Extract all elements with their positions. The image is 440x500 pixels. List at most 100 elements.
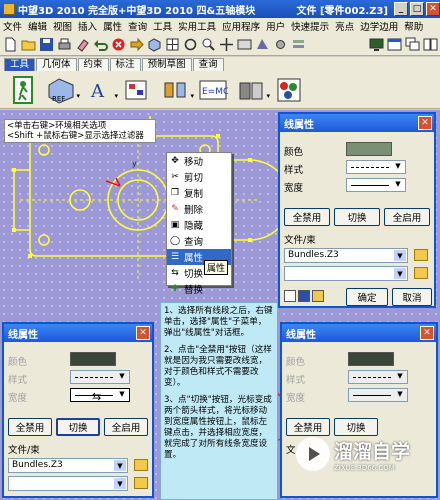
- menu-quick-tips[interactable]: 快速提示: [288, 19, 332, 33]
- context-item-replace[interactable]: ✚ 替换: [167, 281, 231, 297]
- menu-learn[interactable]: 边学边用: [357, 19, 401, 33]
- open-folder-icon[interactable]: [312, 290, 324, 302]
- move-icon: ✥: [171, 156, 179, 166]
- menu-view[interactable]: 视图: [50, 19, 75, 33]
- eye-icon[interactable]: [284, 290, 296, 302]
- menu-applications[interactable]: 应用程序: [219, 19, 263, 33]
- menu-query[interactable]: 查询: [125, 19, 150, 33]
- color-icon[interactable]: [272, 74, 306, 106]
- close-button[interactable]: ✕: [426, 2, 440, 16]
- grid-icon[interactable]: [164, 36, 181, 53]
- tab-query[interactable]: 查询: [192, 58, 224, 71]
- open-folder-icon[interactable]: [20, 36, 37, 53]
- note-step-3: 3、点"切换"按钮，光标变成两个箭头样式，将光标移动到宽度属性按钮上，鼠标左键点…: [164, 395, 272, 460]
- menu-file[interactable]: 文件: [0, 19, 25, 33]
- folder-icon[interactable]: [134, 459, 148, 471]
- tab-predefined-sketch[interactable]: 预制草图: [141, 58, 192, 71]
- print-icon[interactable]: [56, 36, 73, 53]
- pan-icon[interactable]: [218, 36, 235, 53]
- view-icon[interactable]: [236, 36, 253, 53]
- monitor-icon[interactable]: [368, 36, 385, 53]
- new-file-icon[interactable]: [2, 36, 19, 53]
- bundle-entry-select[interactable]: ▼: [284, 266, 408, 281]
- insert-icon[interactable]: ▾: [234, 74, 270, 106]
- pattern-icon[interactable]: [120, 74, 154, 106]
- context-item-hide[interactable]: ▣ 隐藏: [167, 217, 231, 233]
- folder-icon[interactable]: [414, 249, 428, 261]
- color-swatch[interactable]: [348, 352, 394, 366]
- settings-icon[interactable]: [272, 36, 289, 53]
- context-item-move[interactable]: ✥ 移动: [167, 153, 231, 169]
- stop-icon[interactable]: [110, 36, 127, 53]
- width-label: 宽度: [8, 393, 28, 404]
- tab-geometry[interactable]: 几何体: [36, 58, 77, 71]
- menu-insert[interactable]: 插入: [75, 19, 100, 33]
- arrow-right-icon[interactable]: [128, 36, 145, 53]
- context-item-delete[interactable]: ✎ 删除: [167, 201, 231, 217]
- file-bundle-select[interactable]: Bundles.Z3 ▼: [284, 248, 408, 263]
- context-item-cut[interactable]: ✂ 剪切: [167, 169, 231, 185]
- dialog-close-button[interactable]: ✕: [418, 116, 432, 130]
- maximize-button[interactable]: □: [410, 2, 424, 16]
- color-swatch[interactable]: [346, 142, 392, 156]
- shade-icon[interactable]: [254, 36, 271, 53]
- save-icon[interactable]: [298, 290, 310, 302]
- tab-constraint[interactable]: 约束: [77, 58, 109, 71]
- enable-all-button[interactable]: 全启用: [384, 208, 430, 226]
- tab-dimension[interactable]: 标注: [109, 58, 141, 71]
- toggle-button[interactable]: 切换: [56, 418, 100, 436]
- tile-icon[interactable]: [422, 36, 439, 53]
- zoom-icon[interactable]: [200, 36, 217, 53]
- toggle-button[interactable]: 切换: [334, 208, 380, 226]
- dialog-title: 线属性: [284, 119, 314, 131]
- style-select[interactable]: ▼: [346, 160, 406, 174]
- color-label: 颜色: [286, 357, 306, 368]
- window-icon[interactable]: [386, 36, 403, 53]
- ctx-label: 属性: [184, 253, 204, 264]
- bundle-entry-select[interactable]: ▼: [8, 476, 128, 491]
- cancel-button[interactable]: 取消: [392, 288, 432, 306]
- style-select[interactable]: ▼: [348, 370, 408, 384]
- right-click-hint: <单击右键>环境相关选项 <Shift +鼠标右键>显示选择过滤器: [4, 119, 156, 143]
- save-icon[interactable]: [38, 36, 55, 53]
- width-label: 宽度: [286, 393, 306, 404]
- minimize-button[interactable]: _: [394, 2, 408, 16]
- disable-all-button[interactable]: 全禁用: [284, 208, 330, 226]
- context-item-copy[interactable]: ❐ 复制: [167, 185, 231, 201]
- rotate-icon[interactable]: [182, 36, 199, 53]
- reference-icon[interactable]: REF ▾: [44, 74, 80, 106]
- width-select[interactable]: ▼: [346, 178, 406, 192]
- disable-all-button[interactable]: 全禁用: [8, 418, 52, 436]
- file-bundle-select[interactable]: Bundles.Z3 ▼: [8, 458, 128, 473]
- dialog-titlebar: 线属性 ✕: [282, 324, 436, 342]
- cascade-icon[interactable]: [404, 36, 421, 53]
- menu-highlights[interactable]: 亮点: [332, 19, 357, 33]
- ok-button[interactable]: 确定: [346, 288, 388, 306]
- eraser-icon[interactable]: [74, 36, 91, 53]
- dialog-close-button[interactable]: ✕: [420, 326, 434, 340]
- mirror-icon[interactable]: ▾: [158, 74, 194, 106]
- undo-icon[interactable]: [92, 36, 109, 53]
- dialog-close-button[interactable]: ✕: [136, 326, 150, 340]
- context-item-query[interactable]: ◯ 查询: [167, 233, 231, 249]
- tab-tools[interactable]: 工具: [4, 58, 36, 71]
- menu-utilities[interactable]: 实用工具: [175, 19, 219, 33]
- equation-icon[interactable]: E=MC²: [196, 74, 230, 106]
- text-icon[interactable]: A ▾: [82, 74, 118, 106]
- menu-help[interactable]: 帮助: [401, 19, 426, 33]
- folder-icon[interactable]: [134, 477, 148, 489]
- cube-icon[interactable]: [146, 36, 163, 53]
- menu-user[interactable]: 用户: [263, 19, 288, 33]
- style-select[interactable]: ▼: [70, 370, 130, 384]
- enable-all-button[interactable]: 全启用: [104, 418, 148, 436]
- query-icon: ◯: [169, 236, 181, 246]
- menu-tools[interactable]: 工具: [150, 19, 175, 33]
- folder-icon[interactable]: [414, 267, 428, 279]
- width-select[interactable]: ▼: [348, 388, 408, 402]
- exit-icon[interactable]: [6, 74, 40, 106]
- layer-icon[interactable]: [290, 36, 307, 53]
- menu-attribute[interactable]: 属性: [100, 19, 125, 33]
- color-swatch[interactable]: [70, 352, 116, 366]
- svg-text:A: A: [90, 81, 105, 102]
- menu-edit[interactable]: 编辑: [25, 19, 50, 33]
